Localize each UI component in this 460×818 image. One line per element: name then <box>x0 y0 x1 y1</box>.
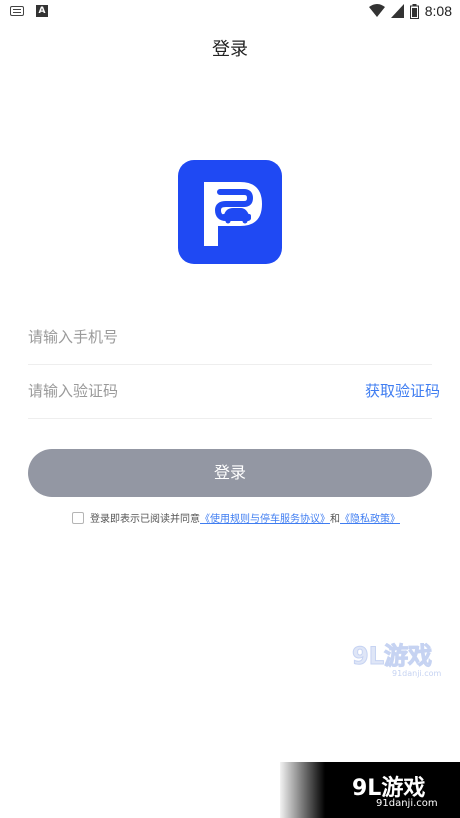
agreement-and: 和 <box>330 514 340 525</box>
login-button[interactable]: 登录 <box>28 449 432 497</box>
wifi-icon <box>368 4 385 17</box>
agreement-text: 登录即表示已阅读并同意 <box>90 514 200 525</box>
agreement-checkbox[interactable] <box>72 511 84 524</box>
status-time: 8:08 <box>424 3 452 19</box>
code-field[interactable]: 请输入验证码 获取验证码 <box>28 364 440 419</box>
privacy-link[interactable]: 《隐私政策》 <box>340 510 400 525</box>
phone-field[interactable]: 请输入手机号 <box>28 310 432 365</box>
status-bar: A 8:08 <box>0 0 460 24</box>
watermark-dark-domain: 91danji.com <box>376 798 438 809</box>
get-code-button[interactable]: 获取验证码 <box>365 380 440 401</box>
app-notification-icon: A <box>36 5 48 17</box>
terms-link[interactable]: 《使用规则与停车服务协议》 <box>200 510 330 525</box>
signal-icon <box>390 4 404 18</box>
parking-car-logo-icon <box>204 182 262 246</box>
agreement-row: 登录即表示已阅读并同意 《使用规则与停车服务协议》 和 《隐私政策》 <box>72 510 400 525</box>
phone-input[interactable]: 请输入手机号 <box>28 326 118 347</box>
page-title: 登录 <box>212 39 248 60</box>
code-input[interactable]: 请输入验证码 <box>28 380 118 401</box>
watermark-domain: 91danji.com <box>392 669 442 678</box>
battery-icon <box>409 3 419 19</box>
watermark-brand: 9L游戏 <box>352 642 432 670</box>
keyboard-icon <box>10 6 24 16</box>
watermark-banner: 9L游戏 91danji.com <box>280 762 460 818</box>
watermark-logo: 9L游戏 91danji.com <box>350 636 450 680</box>
app-logo <box>178 160 282 264</box>
